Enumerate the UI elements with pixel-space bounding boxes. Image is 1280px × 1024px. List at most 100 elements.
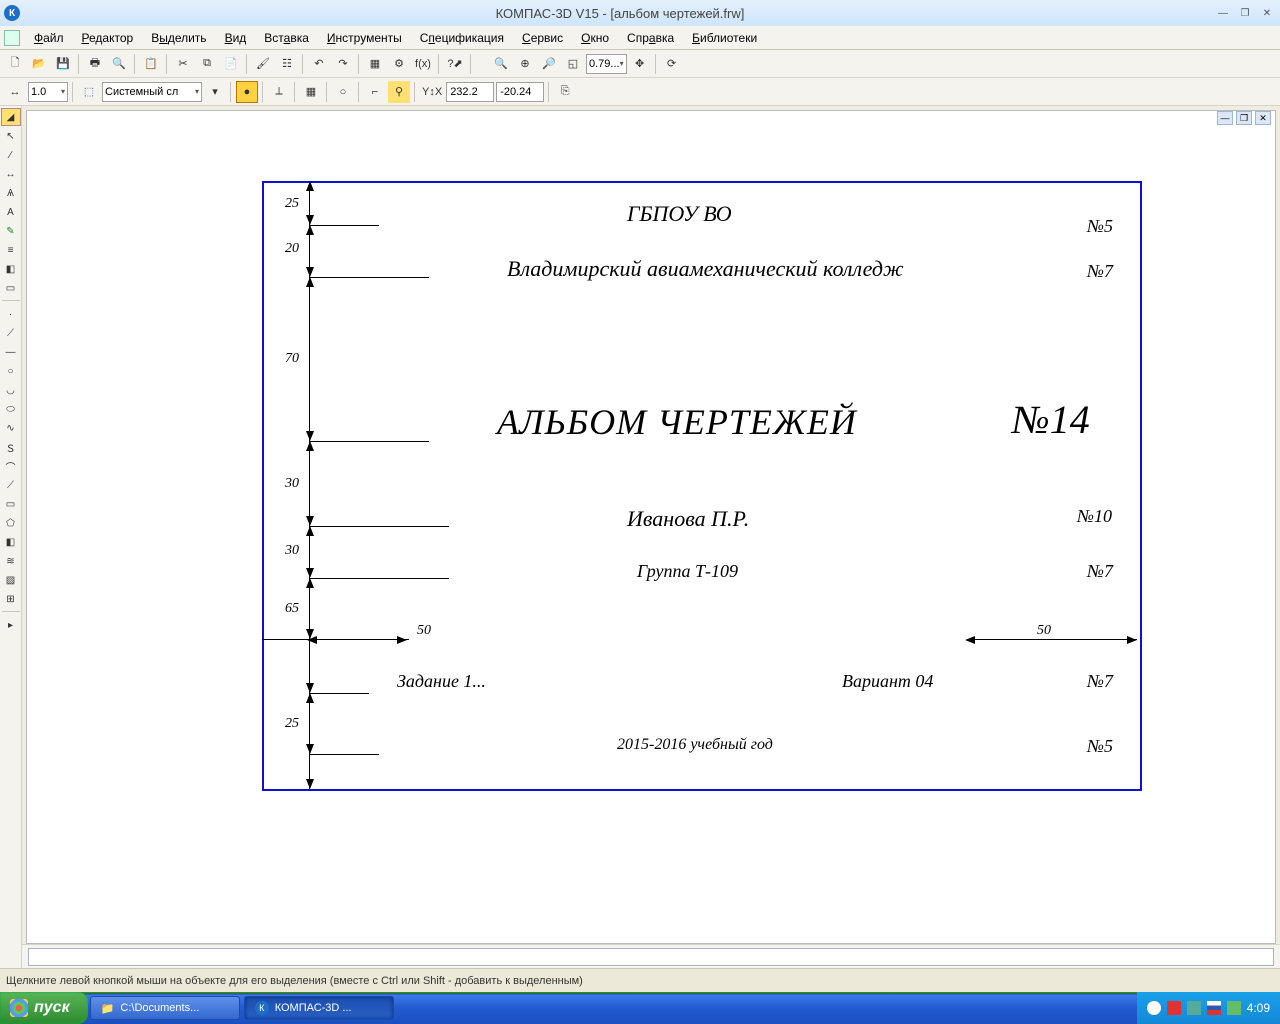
layer-combo[interactable]: Системный сл: [102, 82, 202, 102]
menu-libs[interactable]: Библиотеки: [684, 28, 765, 48]
dim-65: 65: [285, 601, 299, 617]
expand-icon[interactable]: ▸: [1, 616, 21, 634]
dims-icon[interactable]: ↔: [1, 165, 21, 183]
menu-editor[interactable]: Редактор: [74, 28, 142, 48]
aux-line-icon[interactable]: ⟋: [1, 324, 21, 342]
tray-icon-2[interactable]: [1167, 1001, 1181, 1015]
drawing-canvas[interactable]: — ❐ ✕ ГБПОУ ВО №5 Владимирский авиамехан…: [26, 110, 1276, 944]
layers-icon[interactable]: ⬚: [78, 81, 100, 103]
params-icon[interactable]: ≡: [1, 241, 21, 259]
round-icon[interactable]: ○: [332, 81, 354, 103]
tray-icon-flag[interactable]: [1207, 1001, 1221, 1015]
menu-view[interactable]: Вид: [217, 28, 255, 48]
copy-props-icon[interactable]: 📋: [140, 53, 162, 75]
menu-help[interactable]: Справка: [619, 28, 682, 48]
fx-icon[interactable]: f(x): [412, 53, 434, 75]
notation-icon[interactable]: Ѧ: [1, 184, 21, 202]
layer-dropdown-icon[interactable]: ▾: [204, 81, 226, 103]
taskbar-item-explorer[interactable]: 📁 C:\Documents...: [90, 996, 240, 1020]
grid-icon[interactable]: ▦: [300, 81, 322, 103]
minimize-icon[interactable]: —: [1214, 6, 1232, 20]
menu-tools[interactable]: Инструменты: [319, 28, 410, 48]
zoom-window-icon[interactable]: 🔍: [490, 53, 512, 75]
pointer-icon[interactable]: ↖: [1, 127, 21, 145]
fillet-icon[interactable]: ⌒: [1, 457, 21, 475]
arc-icon[interactable]: ◡: [1, 381, 21, 399]
close-icon[interactable]: ✕: [1258, 6, 1276, 20]
zoom-in-icon[interactable]: ⊕: [514, 53, 536, 75]
print-icon[interactable]: 🖶: [84, 53, 106, 75]
local-cs-icon[interactable]: ⌐: [364, 81, 386, 103]
tray-icon-1[interactable]: [1147, 1001, 1161, 1015]
redo-icon[interactable]: ↷: [332, 53, 354, 75]
snap-step-icon[interactable]: ↔: [4, 81, 26, 103]
menu-select[interactable]: Выделить: [143, 28, 214, 48]
zoom-dynamic-icon[interactable]: 🔎: [538, 53, 560, 75]
window-title: КОМПАС-3D V15 - [альбом чертежей.frw]: [26, 6, 1214, 21]
tray-icon-4[interactable]: [1227, 1001, 1241, 1015]
chamfer-icon[interactable]: ⟋: [1, 476, 21, 494]
help-context-icon[interactable]: ?⬈: [444, 53, 466, 75]
snap-settings-icon[interactable]: ⚲: [388, 81, 410, 103]
undo-icon[interactable]: ↶: [308, 53, 330, 75]
attach-icon[interactable]: ⎘: [554, 81, 576, 103]
zoom-combo[interactable]: 0.79...: [586, 54, 627, 74]
doc-restore-icon[interactable]: ❐: [1236, 111, 1252, 125]
menu-spec[interactable]: Спецификация: [412, 28, 512, 48]
step-combo[interactable]: 1.0: [28, 82, 68, 102]
circle-icon[interactable]: ○: [1, 362, 21, 380]
rebuild-icon[interactable]: ⟳: [661, 53, 683, 75]
save-icon[interactable]: 💾: [52, 53, 74, 75]
menu-file[interactable]: Файл: [26, 28, 72, 48]
doc-close-icon[interactable]: ✕: [1255, 111, 1271, 125]
coord-x[interactable]: 232.2: [446, 82, 494, 102]
bezier-icon[interactable]: Ｓ: [1, 438, 21, 456]
segment-icon[interactable]: —: [1, 343, 21, 361]
menu-window[interactable]: Окно: [573, 28, 617, 48]
tray-icon-3[interactable]: [1187, 1001, 1201, 1015]
contour-icon[interactable]: ◧: [1, 533, 21, 551]
edit-icon[interactable]: ✎: [1, 222, 21, 240]
dim-20: 20: [285, 241, 299, 257]
menu-insert[interactable]: Вставка: [256, 28, 317, 48]
new-icon[interactable]: 🗋: [4, 53, 26, 75]
line-icon[interactable]: ∕: [1, 146, 21, 164]
copy-icon[interactable]: ⧉: [196, 53, 218, 75]
equidist-icon[interactable]: ≋: [1, 552, 21, 570]
brush-icon[interactable]: 🖌: [252, 53, 274, 75]
spline-icon[interactable]: ∿: [1, 419, 21, 437]
menu-service[interactable]: Сервис: [514, 28, 571, 48]
command-input[interactable]: [28, 948, 1274, 966]
zoom-fit-icon[interactable]: ◱: [562, 53, 584, 75]
system-menu-icon[interactable]: [4, 30, 20, 46]
hatch-icon[interactable]: ▨: [1, 571, 21, 589]
maximize-icon[interactable]: ❐: [1236, 6, 1254, 20]
stop-icon[interactable]: ●: [236, 81, 258, 103]
geometry-icon[interactable]: ◢: [1, 108, 21, 126]
size-n7-3: №7: [1087, 671, 1113, 692]
variables-icon[interactable]: ⚙: [388, 53, 410, 75]
polygon-icon[interactable]: ⬠: [1, 514, 21, 532]
system-tray[interactable]: 4:09: [1137, 992, 1280, 1024]
start-button[interactable]: пуск: [0, 992, 88, 1024]
coord-y[interactable]: -20.24: [496, 82, 544, 102]
ortho-icon[interactable]: ⟂: [268, 81, 290, 103]
doc-minimize-icon[interactable]: —: [1217, 111, 1233, 125]
year: 2015-2016 учебный год: [617, 736, 773, 754]
libraries-icon[interactable]: ▦: [364, 53, 386, 75]
text-icon[interactable]: A: [1, 203, 21, 221]
measure-icon[interactable]: ◧: [1, 260, 21, 278]
cut-icon[interactable]: ✂: [172, 53, 194, 75]
open-icon[interactable]: 📂: [28, 53, 50, 75]
tray-clock[interactable]: 4:09: [1247, 1001, 1270, 1015]
pan-icon[interactable]: ✥: [629, 53, 651, 75]
rect-icon[interactable]: ▭: [1, 495, 21, 513]
collect-icon[interactable]: ⊞: [1, 590, 21, 608]
preview-icon[interactable]: 🔍: [108, 53, 130, 75]
point-icon[interactable]: ·: [1, 305, 21, 323]
paste-icon[interactable]: 📄: [220, 53, 242, 75]
properties-icon[interactable]: ☷: [276, 53, 298, 75]
sheet-icon[interactable]: ▭: [1, 279, 21, 297]
taskbar-item-kompas[interactable]: К КОМПАС-3D ...: [244, 996, 394, 1020]
ellipse-icon[interactable]: ⬭: [1, 400, 21, 418]
